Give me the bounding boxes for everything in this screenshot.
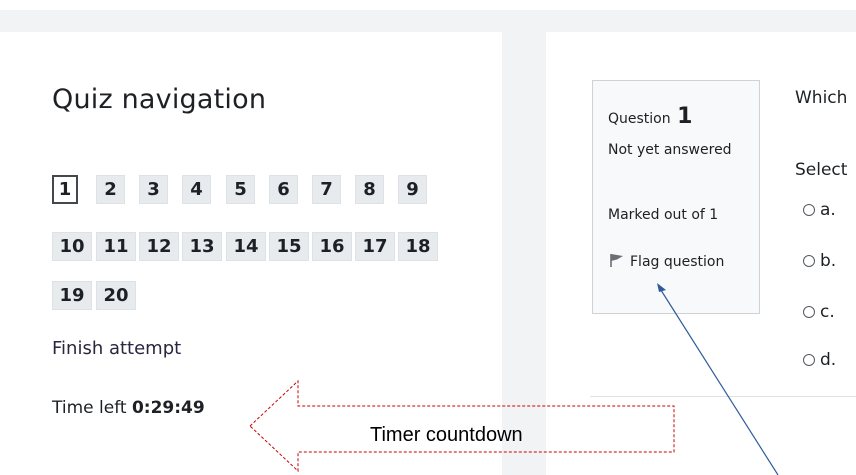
answer-option-b[interactable]: b. bbox=[803, 251, 836, 271]
select-one-prompt: Select bbox=[795, 160, 848, 180]
question-number: Question 1 bbox=[608, 104, 692, 129]
question-nav-button-19[interactable]: 19 bbox=[52, 281, 92, 310]
question-nav-button-13[interactable]: 13 bbox=[182, 232, 222, 261]
time-left-value: 0:29:49 bbox=[131, 398, 205, 418]
answer-option-label: b. bbox=[820, 251, 837, 271]
question-number-label: Question bbox=[608, 111, 671, 127]
answer-option-a[interactable]: a. bbox=[803, 200, 836, 220]
question-nav-button-20[interactable]: 20 bbox=[96, 281, 136, 310]
question-marks: Marked out of 1 bbox=[608, 207, 719, 223]
question-nav-button-14[interactable]: 14 bbox=[226, 232, 266, 261]
timer: Time left 0:29:49 bbox=[52, 398, 205, 418]
radio-button[interactable] bbox=[803, 306, 815, 318]
question-nav-button-18[interactable]: 18 bbox=[398, 232, 438, 261]
answer-option-label: c. bbox=[820, 302, 835, 322]
question-info-box: Question 1 Not yet answered Marked out o… bbox=[592, 80, 760, 314]
question-nav-button-4[interactable]: 4 bbox=[182, 175, 211, 204]
flag-question-button[interactable]: Flag question bbox=[608, 251, 748, 273]
question-number-value: 1 bbox=[677, 104, 693, 129]
radio-button[interactable] bbox=[803, 255, 815, 267]
time-left-label: Time left bbox=[52, 398, 127, 418]
question-nav-button-17[interactable]: 17 bbox=[355, 232, 395, 261]
answer-option-d[interactable]: d. bbox=[803, 350, 836, 370]
question-nav-button-9[interactable]: 9 bbox=[398, 175, 427, 204]
question-nav-button-7[interactable]: 7 bbox=[312, 175, 341, 204]
question-nav-button-10[interactable]: 10 bbox=[52, 232, 92, 261]
answer-option-c[interactable]: c. bbox=[803, 302, 835, 322]
question-nav-button-1[interactable]: 1 bbox=[52, 175, 78, 204]
quiz-page: Quiz navigation 1 2 3 4 5 6 7 8 9 10 11 … bbox=[0, 0, 856, 475]
flag-question-label: Flag question bbox=[630, 254, 725, 270]
question-nav-button-3[interactable]: 3 bbox=[139, 175, 168, 204]
question-nav-button-11[interactable]: 11 bbox=[96, 232, 136, 261]
flag-icon bbox=[610, 254, 623, 267]
question-nav-button-6[interactable]: 6 bbox=[269, 175, 298, 204]
radio-button[interactable] bbox=[803, 354, 815, 366]
question-nav-button-15[interactable]: 15 bbox=[269, 232, 309, 261]
column-gutter bbox=[502, 30, 546, 475]
question-nav-button-16[interactable]: 16 bbox=[312, 232, 352, 261]
finish-attempt-link[interactable]: Finish attempt bbox=[52, 338, 181, 359]
radio-button[interactable] bbox=[803, 204, 815, 216]
question-divider bbox=[590, 396, 856, 397]
question-nav-button-8[interactable]: 8 bbox=[355, 175, 384, 204]
question-status: Not yet answered bbox=[608, 142, 732, 158]
top-background-strip bbox=[0, 10, 856, 32]
question-nav-button-5[interactable]: 5 bbox=[226, 175, 255, 204]
question-nav-button-12[interactable]: 12 bbox=[139, 232, 179, 261]
timer-countdown-annotation: Timer countdown bbox=[370, 424, 523, 446]
question-text: Which bbox=[795, 88, 848, 108]
answer-option-label: a. bbox=[820, 200, 836, 220]
question-nav-button-2[interactable]: 2 bbox=[96, 175, 125, 204]
quiz-navigation-title: Quiz navigation bbox=[52, 84, 267, 115]
answer-option-label: d. bbox=[820, 350, 837, 370]
